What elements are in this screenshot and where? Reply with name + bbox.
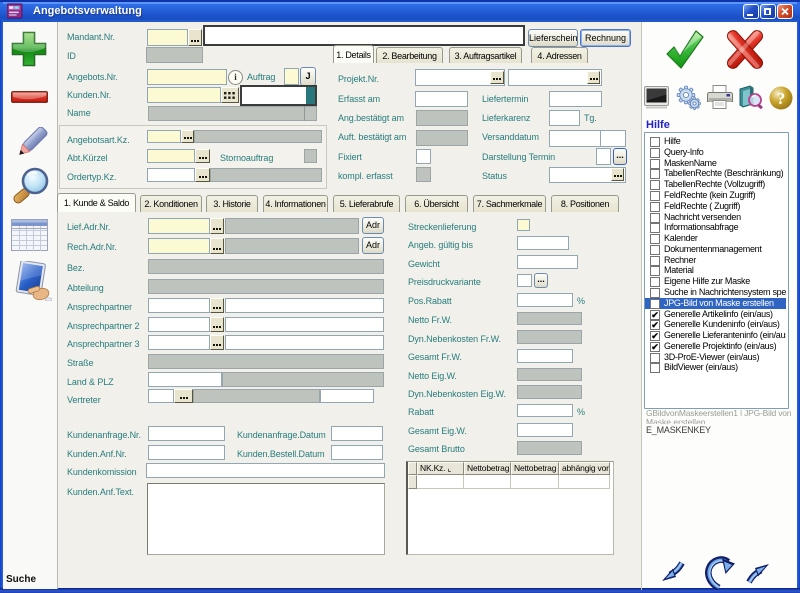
svg-text:?: ? [777, 89, 786, 108]
